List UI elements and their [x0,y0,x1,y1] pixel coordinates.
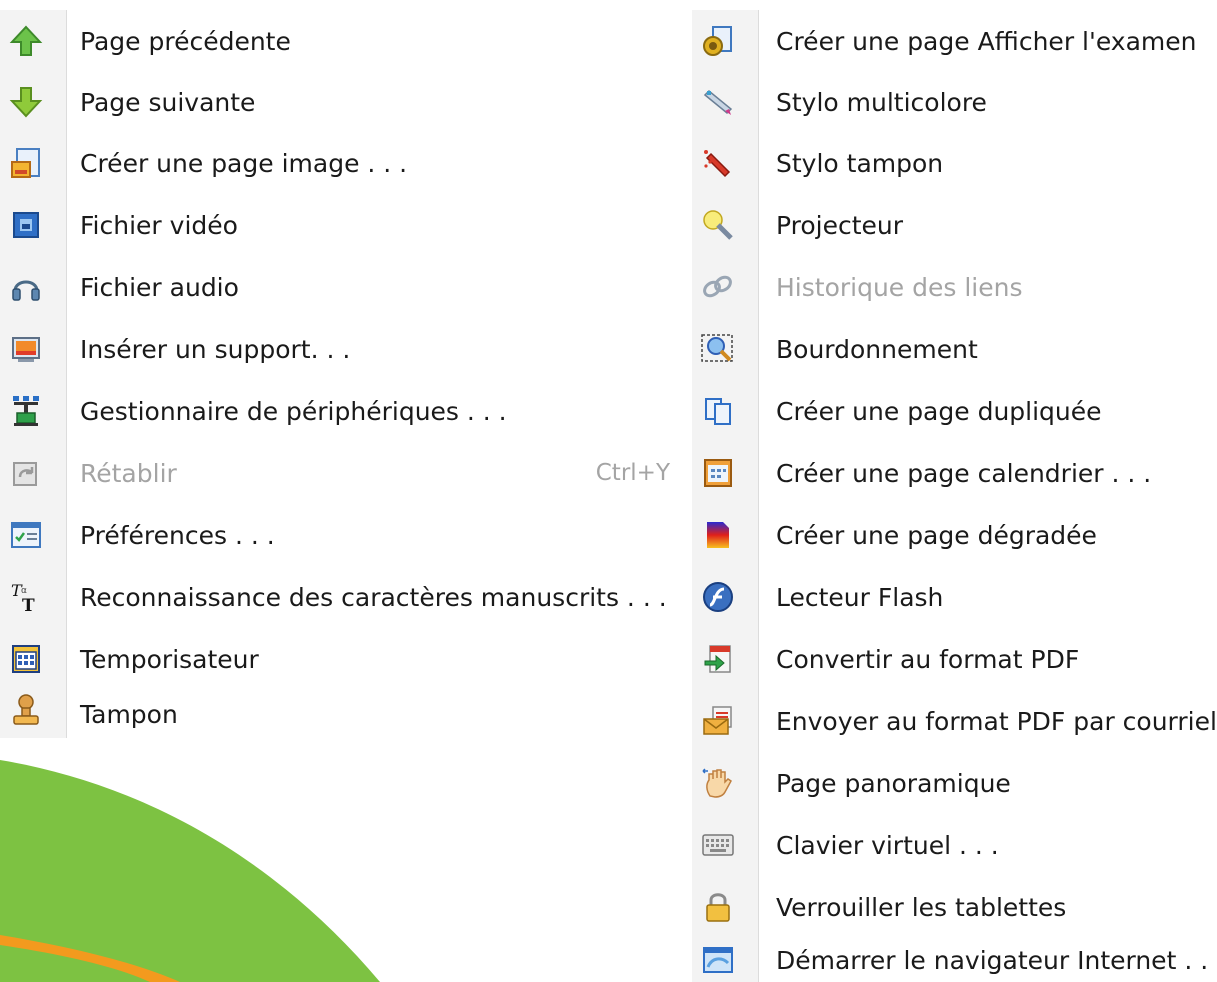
lock-icon [698,887,738,927]
menu-item-stamp-pen[interactable]: Stylo tampon [692,132,1217,194]
menu-item-handwriting-recognition[interactable]: TαT Reconnaissance des caractères manusc… [0,566,680,628]
menu-item-label: Tampon [80,699,178,729]
menu-item-label: Temporisateur [80,644,259,674]
calendar-page-icon [698,453,738,493]
device-manager-icon [6,391,46,431]
menu-item-video-file[interactable]: Fichier vidéo [0,194,680,256]
menu-item-label: Insérer un support. . . [80,334,351,364]
menu-item-previous-page[interactable]: Page précédente [0,10,680,72]
menu-item-label: Créer une page calendrier . . . [776,458,1152,488]
menu-item-panoramic-page[interactable]: Page panoramique [692,752,1217,814]
menu-item-flash-player[interactable]: Lecteur Flash [692,566,1217,628]
menu-item-redo[interactable]: Rétablir Ctrl+Y [0,442,680,504]
virtual-keyboard-icon [698,825,738,865]
svg-text:α: α [21,586,27,596]
convert-pdf-icon [698,639,738,679]
menu-item-label: Créer une page dégradée [776,520,1097,550]
menu-item-label: Stylo tampon [776,148,944,178]
menu-item-label: Reconnaissance des caractères manuscrits… [80,582,667,612]
menu-item-label: Verrouiller les tablettes [776,892,1067,922]
menu-item-label: Créer une page dupliquée [776,396,1102,426]
menu-item-label: Page précédente [80,26,291,56]
multicolor-pen-icon [698,82,738,122]
menu-item-label: Fichier vidéo [80,210,238,240]
menu-item-label: Clavier virtuel . . . [776,830,999,860]
menu-item-label: Gestionnaire de périphériques . . . [80,396,507,426]
menu-item-shortcut: Ctrl+Y [595,460,670,486]
menu-item-insert-support[interactable]: Insérer un support. . . [0,318,680,380]
menu-item-stamp[interactable]: Tampon [0,690,680,738]
link-history-icon [698,267,738,307]
menu-item-duplicate-page[interactable]: Créer une page dupliquée [692,380,1217,442]
menu-item-lock-tablets[interactable]: Verrouiller les tablettes [692,876,1217,938]
menu-item-audio-file[interactable]: Fichier audio [0,256,680,318]
stamp-icon [6,690,46,730]
menu-item-label: Préférences . . . [80,520,275,550]
menu-item-gradient-page[interactable]: Créer une page dégradée [692,504,1217,566]
menu-item-convert-pdf[interactable]: Convertir au format PDF [692,628,1217,690]
menu-item-label: Démarrer le navigateur Internet . . . [776,945,1217,975]
preferences-icon [6,515,46,555]
redo-icon [6,453,46,493]
menu-item-label: Convertir au format PDF [776,644,1080,674]
menu-item-label: Page suivante [80,87,256,117]
menu-item-label: Historique des liens [776,272,1023,302]
menu-item-email-pdf[interactable]: Envoyer au format PDF par courriel [692,690,1217,752]
menu-item-create-image-page[interactable]: Créer une page image . . . [0,132,680,194]
timer-icon [6,639,46,679]
video-file-icon [6,205,46,245]
menu-item-label: Rétablir [80,458,177,488]
context-menu-left: Page précédente Page suivante Créer une … [0,10,680,738]
menu-item-zoom[interactable]: Bourdonnement [692,318,1217,380]
menu-item-calendar-page[interactable]: Créer une page calendrier . . . [692,442,1217,504]
handwriting-icon: TαT [6,577,46,617]
spotlight-icon [698,205,738,245]
flash-player-icon [698,577,738,617]
headphones-icon [6,267,46,307]
menu-item-timer[interactable]: Temporisateur [0,628,680,690]
menu-item-label: Créer une page Afficher l'examen [776,26,1197,56]
arrow-up-icon [6,21,46,61]
menu-item-label: Créer une page image . . . [80,148,408,178]
menu-item-virtual-keyboard[interactable]: Clavier virtuel . . . [692,814,1217,876]
menu-item-label: Fichier audio [80,272,239,302]
menu-item-label: Stylo multicolore [776,87,987,117]
menu-item-label: Page panoramique [776,768,1011,798]
menu-item-label: Lecteur Flash [776,582,944,612]
duplicate-page-icon [698,391,738,431]
menu-item-device-manager[interactable]: Gestionnaire de périphériques . . . [0,380,680,442]
menu-item-label: Envoyer au format PDF par courriel [776,706,1217,736]
menu-item-multicolor-pen[interactable]: Stylo multicolore [692,71,1217,133]
menu-item-link-history[interactable]: Historique des liens [692,256,1217,318]
browser-icon [698,940,738,980]
gradient-page-icon [698,515,738,555]
menu-item-label: Bourdonnement [776,334,978,364]
background-swoosh [0,760,380,982]
menu-item-start-browser[interactable]: Démarrer le navigateur Internet . . . [692,938,1217,982]
menu-item-spotlight[interactable]: Projecteur [692,194,1217,256]
image-page-icon [6,143,46,183]
menu-item-preferences[interactable]: Préférences . . . [0,504,680,566]
menu-item-label: Projecteur [776,210,904,240]
menu-item-exam-page[interactable]: Créer une page Afficher l'examen [692,10,1217,72]
arrow-down-icon [6,82,46,122]
email-pdf-icon [698,701,738,741]
zoom-icon [698,329,738,369]
stamp-pen-icon [698,143,738,183]
media-support-icon [6,329,46,369]
exam-page-icon [698,21,738,61]
svg-text:T: T [22,596,35,614]
menu-item-next-page[interactable]: Page suivante [0,71,680,133]
context-menu-right: Créer une page Afficher l'examen Stylo m… [692,10,1217,982]
pan-hand-icon [698,763,738,803]
